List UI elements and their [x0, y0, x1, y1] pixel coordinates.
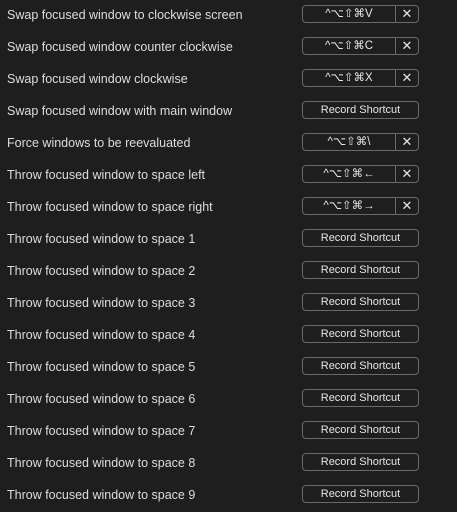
shortcut-recorder[interactable]: ^⌥⇧⌘C ✕ [302, 37, 419, 55]
shortcut-label: Throw focused window to space 2 [7, 264, 196, 278]
shortcut-recorder[interactable]: ^⌥⇧⌘V ✕ [302, 5, 419, 23]
record-shortcut-button[interactable]: Record Shortcut [302, 101, 419, 119]
shortcut-label: Force windows to be reevaluated [7, 136, 191, 150]
shortcut-label: Swap focused window to clockwise screen [7, 8, 243, 22]
record-shortcut-label: Record Shortcut [320, 424, 401, 436]
shortcut-label: Throw focused window to space 3 [7, 296, 196, 310]
record-shortcut-button[interactable]: Record Shortcut [302, 261, 419, 279]
shortcut-row: Throw focused window to space 8 Record Sh… [0, 448, 457, 480]
shortcut-label: Swap focused window clockwise [7, 72, 188, 86]
record-shortcut-button[interactable]: Record Shortcut [302, 229, 419, 247]
shortcut-row: Throw focused window to space 6 Record Sh… [0, 384, 457, 416]
shortcut-label: Throw focused window to space right [7, 200, 213, 214]
record-shortcut-label: Record Shortcut [320, 328, 401, 340]
clear-shortcut-icon[interactable]: ✕ [395, 70, 418, 86]
record-shortcut-button[interactable]: Record Shortcut [302, 453, 419, 471]
record-shortcut-label: Record Shortcut [320, 360, 401, 372]
shortcut-value: ^⌥⇧⌘V [325, 8, 373, 20]
shortcut-row: Throw focused window to space 1 Record Sh… [0, 224, 457, 256]
shortcut-label: Throw focused window to space left [7, 168, 206, 182]
clear-shortcut-icon[interactable]: ✕ [395, 38, 418, 54]
shortcut-value: ^⌥⇧⌘← [323, 168, 375, 180]
shortcut-label: Swap focused window counter clockwise [7, 40, 233, 54]
shortcut-value: ^⌥⇧⌘C [324, 40, 374, 52]
record-shortcut-label: Record Shortcut [320, 392, 401, 404]
shortcut-value: ^⌥⇧⌘\ [327, 136, 371, 148]
shortcut-recorder[interactable]: ^⌥⇧⌘\ ✕ [302, 133, 419, 151]
shortcut-recorder[interactable]: ^⌥⇧⌘X ✕ [302, 69, 419, 87]
record-shortcut-button[interactable]: Record Shortcut [302, 357, 419, 375]
shortcut-row: Throw focused window to space 2 Record Sh… [0, 256, 457, 288]
shortcut-label: Swap focused window with main window [7, 104, 233, 118]
record-shortcut-button[interactable]: Record Shortcut [302, 389, 419, 407]
shortcut-row: Swap focused window counter clockwise ^⌥⇧… [0, 32, 457, 64]
record-shortcut-button[interactable]: Record Shortcut [302, 325, 419, 343]
shortcut-row: Throw focused window to space right ^⌥⇧⌘→… [0, 192, 457, 224]
record-shortcut-label: Record Shortcut [320, 104, 401, 116]
shortcut-label: Throw focused window to space 5 [7, 360, 196, 374]
shortcut-row: Swap focused window to clockwise screen ^… [0, 0, 457, 32]
shortcut-label: Throw focused window to space 6 [7, 392, 196, 406]
shortcut-row: Throw focused window to space 9 Record Sh… [0, 480, 457, 512]
shortcut-row: Throw focused window to space 4 Record Sh… [0, 320, 457, 352]
shortcut-value: ^⌥⇧⌘→ [323, 200, 375, 212]
shortcut-row: Swap focused window with main window Reco… [0, 96, 457, 128]
shortcut-label: Throw focused window to space 9 [7, 488, 196, 502]
shortcut-label: Throw focused window to space 4 [7, 328, 196, 342]
record-shortcut-label: Record Shortcut [320, 296, 401, 308]
record-shortcut-label: Record Shortcut [320, 232, 401, 244]
shortcut-value: ^⌥⇧⌘X [325, 72, 373, 84]
clear-shortcut-icon[interactable]: ✕ [395, 166, 418, 182]
shortcut-label: Throw focused window to space 1 [7, 232, 196, 246]
shortcut-row: Throw focused window to space 7 Record Sh… [0, 416, 457, 448]
shortcut-recorder[interactable]: ^⌥⇧⌘← ✕ [302, 165, 419, 183]
record-shortcut-button[interactable]: Record Shortcut [302, 421, 419, 439]
record-shortcut-label: Record Shortcut [320, 456, 401, 468]
shortcut-recorder[interactable]: ^⌥⇧⌘→ ✕ [302, 197, 419, 215]
shortcut-row: Swap focused window clockwise ^⌥⇧⌘X ✕ [0, 64, 457, 96]
clear-shortcut-icon[interactable]: ✕ [395, 6, 418, 22]
shortcut-row: Throw focused window to space 5 Record Sh… [0, 352, 457, 384]
clear-shortcut-icon[interactable]: ✕ [395, 134, 418, 150]
clear-shortcut-icon[interactable]: ✕ [395, 198, 418, 214]
record-shortcut-label: Record Shortcut [320, 488, 401, 500]
shortcut-row: Force windows to be reevaluated ^⌥⇧⌘\ ✕ [0, 128, 457, 160]
record-shortcut-button[interactable]: Record Shortcut [302, 485, 419, 503]
record-shortcut-label: Record Shortcut [320, 264, 401, 276]
shortcut-label: Throw focused window to space 8 [7, 456, 196, 470]
shortcut-row: Throw focused window to space 3 Record Sh… [0, 288, 457, 320]
shortcut-row: Throw focused window to space left ^⌥⇧⌘← ✕ [0, 160, 457, 192]
shortcut-label: Throw focused window to space 7 [7, 424, 196, 438]
record-shortcut-button[interactable]: Record Shortcut [302, 293, 419, 311]
